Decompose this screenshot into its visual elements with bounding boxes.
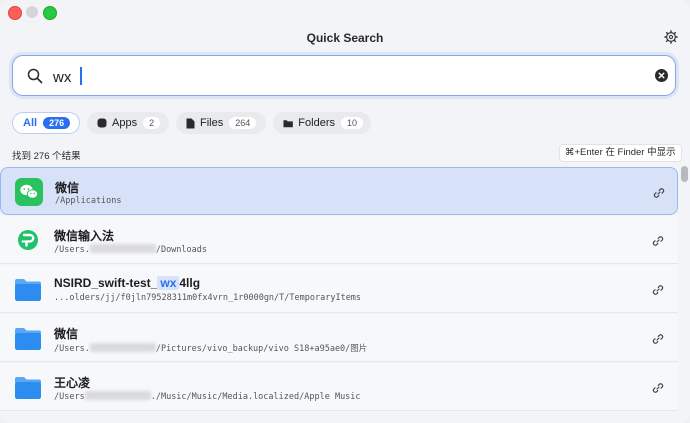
result-path: /Users ./Music/Music/Media.localized/Appl…	[54, 391, 361, 402]
apps-icon	[97, 118, 107, 128]
window-title: Quick Search	[306, 31, 384, 45]
search-icon	[27, 68, 43, 84]
tab-apps-count: 2	[143, 117, 161, 129]
redacted-username	[89, 343, 156, 352]
result-name: 王心凌	[54, 376, 91, 390]
reveal-in-finder-hint: ⌘+Enter 在 Finder 中显示	[559, 144, 682, 162]
gear-icon[interactable]	[664, 30, 678, 44]
tab-apps[interactable]: Apps 2	[87, 112, 169, 134]
result-row-nsird-folder[interactable]: NSIRD_swift-test_ wx 4llg ...olders/jj/f0j…	[0, 265, 678, 313]
minimize-window-button[interactable]	[26, 6, 38, 18]
tab-folders-count: 10	[340, 117, 363, 129]
result-row-wechat-folder[interactable]: 微信 /Users./Pictures/vivo_backup/vivo S18…	[0, 314, 678, 362]
result-name: 微信	[55, 181, 80, 195]
redacted-username	[89, 244, 156, 253]
folder-icon	[15, 377, 41, 399]
link-icon[interactable]	[652, 235, 664, 247]
result-row-wang-xinling-folder[interactable]: 王心凌 /Users ./Music/Music/Media.localized/…	[0, 363, 678, 411]
match-highlight: wx	[157, 276, 180, 290]
clear-search-icon[interactable]	[655, 69, 668, 82]
tab-files[interactable]: Files 264	[176, 112, 266, 134]
result-name: NSIRD_swift-test_ wx 4llg	[54, 276, 201, 290]
folder-icon	[15, 328, 41, 350]
tab-all-label: All	[23, 117, 38, 129]
scroll-thumb[interactable]	[681, 166, 688, 182]
result-path: /Applications	[55, 196, 122, 206]
tab-all-count: 276	[43, 117, 71, 129]
result-row-wechat-input[interactable]: 微信输入法 /Users./Downloads	[0, 216, 678, 264]
result-name: 微信输入法	[54, 229, 115, 243]
redacted-username	[84, 391, 151, 400]
file-icon	[186, 118, 195, 128]
result-path: /Users./Pictures/vivo_backup/vivo S18+a9…	[54, 343, 368, 354]
tab-all[interactable]: All 276	[12, 112, 80, 134]
result-path: ...olders/jj/f0jln79528311m0fx4vrn_1r000…	[54, 293, 362, 303]
result-name: 微信	[54, 327, 79, 341]
zoom-window-button[interactable]	[43, 6, 57, 20]
search-input[interactable]	[51, 65, 635, 89]
tab-folders-label: Folders	[298, 117, 335, 129]
result-count: 找到 276 个结果	[12, 151, 81, 162]
search-box[interactable]	[12, 55, 676, 96]
title-bar: Quick Search	[0, 0, 690, 48]
results-scrollbar[interactable]	[679, 166, 690, 423]
result-path: /Users./Downloads	[54, 244, 208, 255]
result-row-wechat-app[interactable]: 微信 /Applications	[0, 167, 678, 215]
folder-icon	[15, 279, 41, 301]
tab-apps-label: Apps	[112, 117, 138, 129]
text-caret	[80, 67, 82, 85]
link-icon[interactable]	[652, 382, 664, 394]
tab-files-label: Files	[200, 117, 224, 129]
link-icon[interactable]	[653, 187, 665, 199]
close-window-button[interactable]	[8, 6, 22, 20]
link-icon[interactable]	[652, 333, 664, 345]
tab-folders[interactable]: Folders 10	[273, 112, 371, 134]
wechat-app-icon	[15, 178, 43, 206]
tab-files-count: 264	[229, 117, 257, 129]
folder-icon	[283, 119, 293, 127]
wechat-input-method-icon	[18, 230, 38, 250]
quick-search-window: Quick Search All	[0, 0, 690, 423]
link-icon[interactable]	[652, 284, 664, 296]
results-list: 微信 /Applications 微信输入法 /Users./Downloads	[0, 166, 678, 423]
